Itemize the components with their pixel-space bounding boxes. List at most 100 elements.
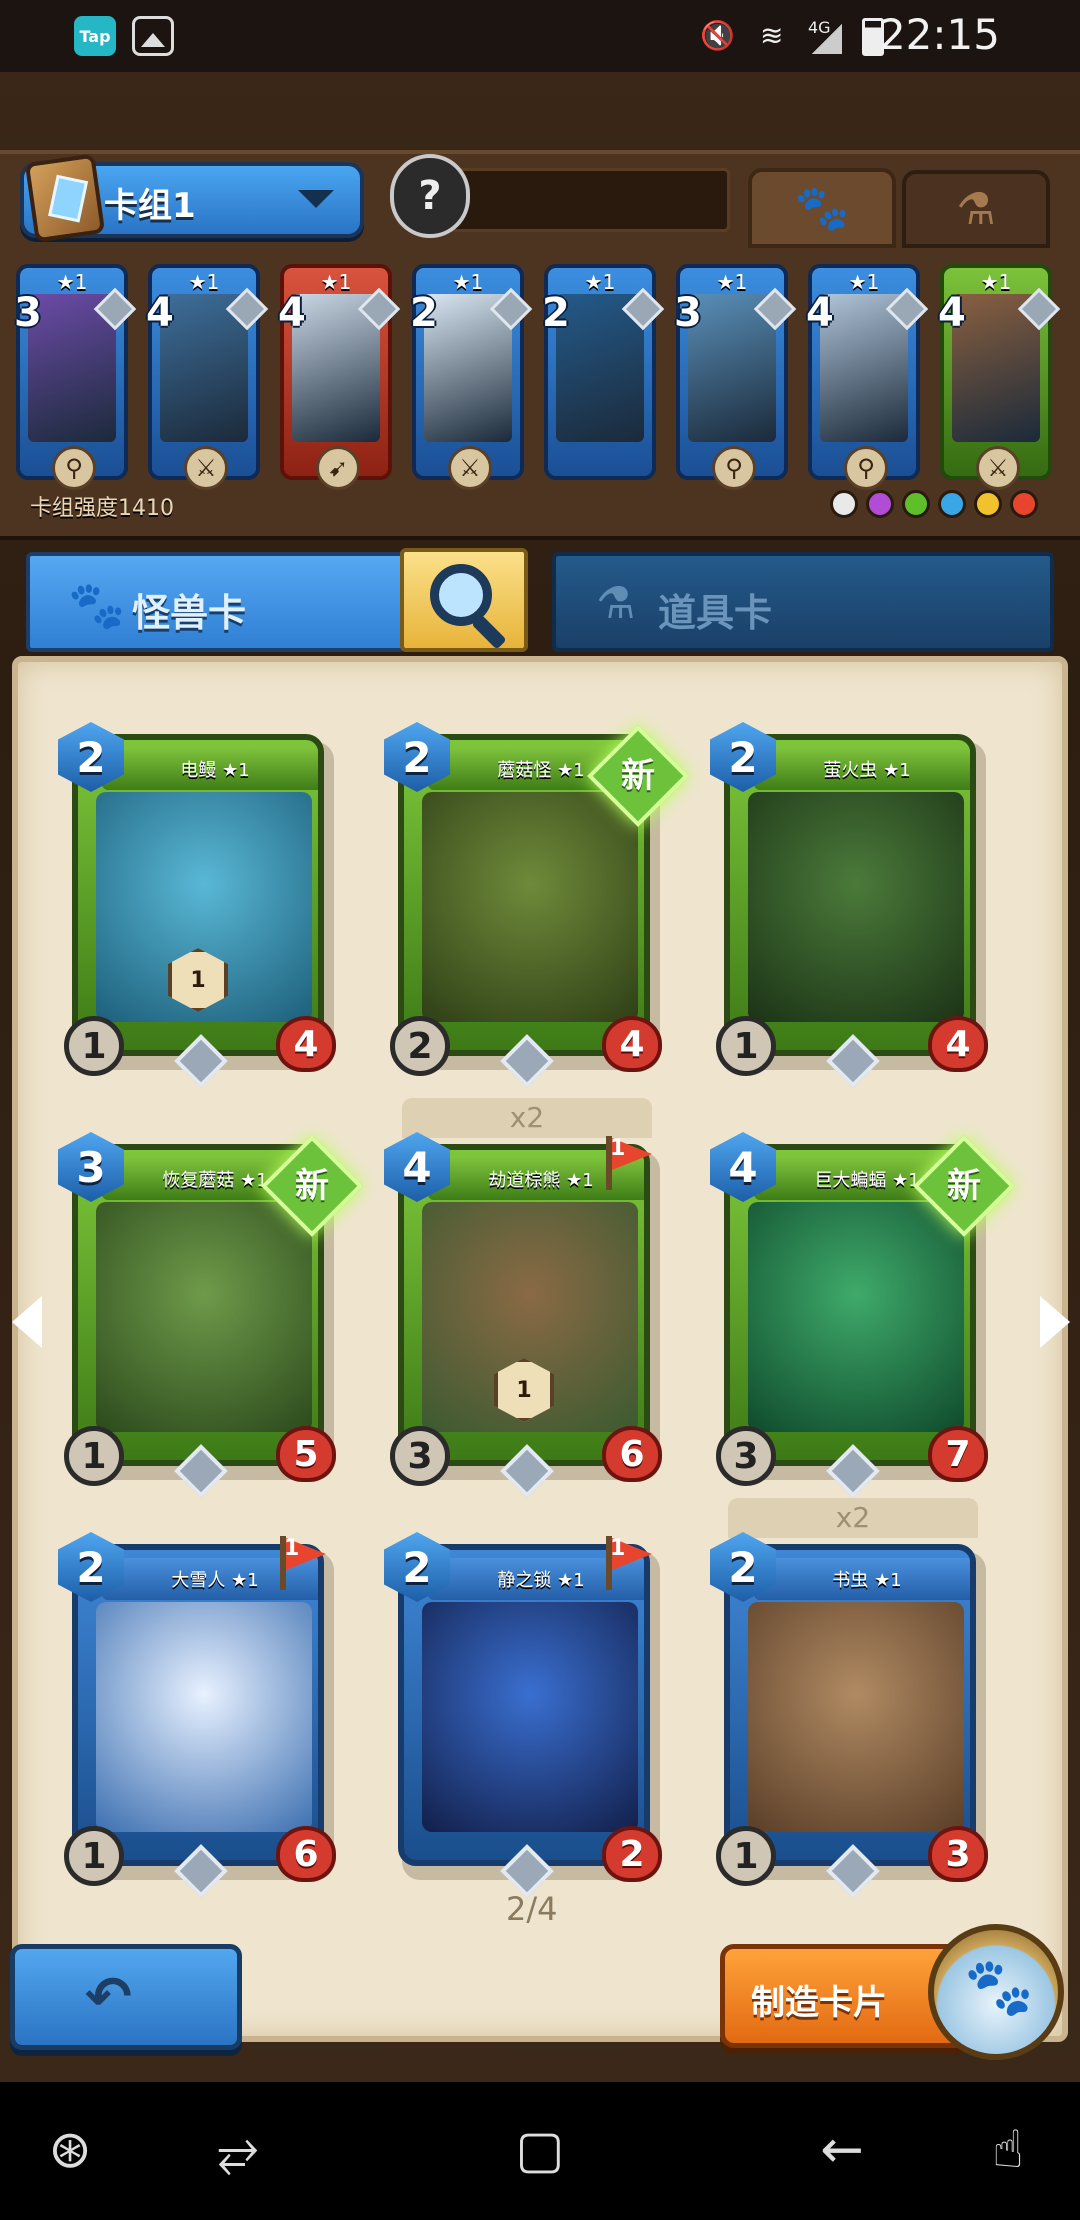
deck-card-cost: 4 [806, 290, 834, 336]
sword-icon: ⚔ [976, 446, 1020, 490]
question-icon[interactable]: ? [390, 154, 470, 238]
signal-bars-icon [812, 24, 842, 54]
card-health: 6 [602, 1426, 662, 1482]
back-arrow-icon: ↶ [85, 1965, 132, 2030]
status-bar: Tap 🔇 ≋ 4G 22:15 [0, 0, 1080, 72]
tab-monster-cards[interactable]: 🐾 怪兽卡 [26, 552, 406, 652]
tab-monster-deck[interactable]: 🐾 [748, 168, 896, 248]
search-button[interactable] [400, 548, 528, 652]
card-health: 4 [928, 1016, 988, 1072]
next-page-arrow-icon[interactable] [1040, 1296, 1070, 1348]
monster-card[interactable]: 电鳗 ★1 2 411 [58, 722, 336, 1088]
tab-item-cards[interactable]: ⚗ 道具卡 [552, 552, 1054, 652]
duplicate-count: x2 [402, 1098, 652, 1138]
recents-icon[interactable]: ⥂ [206, 2118, 270, 2182]
card-art [422, 792, 638, 1022]
monster-card[interactable]: 萤火虫 ★1 2 41 [710, 722, 988, 1088]
flag-count: 1 [284, 1536, 300, 1561]
staff-icon: ⚲ [712, 446, 756, 490]
card-attack: 1 [716, 1826, 776, 1886]
nature-element-icon [902, 490, 930, 518]
arcane-element-icon [866, 490, 894, 518]
flag-icon: 1 [602, 1136, 654, 1190]
card-name: 萤火虫 ★1 [754, 748, 970, 790]
card-attack: 1 [64, 1826, 124, 1886]
potion-icon: ⚗ [956, 183, 996, 235]
paw-icon: 🐾 [964, 1955, 1034, 2020]
deck-card[interactable]: ★1 2 ⚔ [410, 264, 533, 490]
monster-card[interactable]: 蘑菇怪 ★1 2 42新 [384, 722, 689, 1088]
deck-name: 卡组1 [104, 186, 196, 226]
card-health: 3 [928, 1826, 988, 1882]
card-name: 书虫 ★1 [754, 1558, 970, 1600]
card-health: 7 [928, 1426, 988, 1482]
gallery-icon [132, 16, 174, 56]
prev-page-arrow-icon[interactable] [12, 1296, 42, 1348]
wind-element-icon [974, 490, 1002, 518]
card-health: 2 [602, 1826, 662, 1882]
card-art [748, 792, 964, 1022]
paw-icon: 🐾 [68, 578, 126, 632]
new-badge-label: 新 [947, 1166, 981, 1206]
sword-icon: ⚔ [184, 446, 228, 490]
water-element-icon [938, 490, 966, 518]
monster-card[interactable]: 劫道棕熊 ★1 4 6311 [384, 1132, 662, 1498]
deck-card[interactable]: ★1 4 ➹ [278, 264, 401, 490]
paw-icon: 🐾 [794, 183, 850, 234]
card-art [422, 1602, 638, 1832]
tap-app-icon: Tap [74, 16, 116, 56]
card-art [96, 1602, 312, 1832]
card-art [748, 1602, 964, 1832]
deck-card[interactable]: ★1 3 ⚲ [14, 264, 137, 490]
deck-card[interactable]: ★1 4 ⚔ [146, 264, 269, 490]
card-attack: 1 [64, 1016, 124, 1076]
card-frame: 书虫 ★1 [724, 1544, 976, 1866]
neutral-element-icon [830, 490, 858, 518]
flag-count: 1 [610, 1136, 626, 1161]
page-indicator: 2/4 [506, 1890, 558, 1928]
staff-icon: ⚲ [52, 446, 96, 490]
new-badge-label: 新 [295, 1166, 329, 1206]
deck-selector[interactable]: 卡组1 [20, 153, 364, 243]
hero-name-bar [440, 168, 730, 232]
sword-icon: ⚔ [448, 446, 492, 490]
card-health: 5 [276, 1426, 336, 1482]
card-health: 4 [602, 1016, 662, 1072]
deck-card[interactable]: ★1 3 ⚲ [674, 264, 797, 490]
card-health: 6 [276, 1826, 336, 1882]
flag-count: 1 [610, 1536, 626, 1561]
bow-icon: ➹ [316, 446, 360, 490]
craft-orb[interactable]: 🐾 [928, 1924, 1064, 2060]
home-icon[interactable]: ▢ [508, 2118, 572, 2182]
back-icon[interactable]: ← [810, 2118, 874, 2182]
monster-card[interactable]: 恢复蘑菇 ★1 3 51新 [58, 1132, 363, 1498]
card-frame: 静之锁 ★1 [398, 1544, 650, 1866]
deck-card[interactable]: ★1 2 [542, 264, 665, 480]
card-health: 4 [276, 1016, 336, 1072]
monster-card[interactable]: 巨大蝙蝠 ★1 4 73新 [710, 1132, 1015, 1498]
monster-card[interactable]: 大雪人 ★1 2 611 [58, 1532, 336, 1898]
deck-card-cost: 4 [938, 290, 966, 336]
craft-card-label: 制造卡片 [751, 1983, 887, 2023]
staff-icon: ⚲ [844, 446, 888, 490]
card-art [96, 1202, 312, 1432]
chevron-down-icon [298, 190, 334, 208]
deck-book-icon [24, 153, 106, 243]
clock: 22:15 [878, 10, 1000, 59]
card-attack: 3 [390, 1426, 450, 1486]
mute-icon: 🔇 [700, 19, 735, 52]
deck-card-cost: 4 [278, 290, 306, 336]
card-frame: 萤火虫 ★1 [724, 734, 976, 1056]
fire-element-icon [1010, 490, 1038, 518]
gesture-icon[interactable]: ☝ [976, 2118, 1040, 2182]
deck-card[interactable]: ★1 4 ⚔ [938, 264, 1061, 490]
back-button[interactable]: ↶ [10, 1944, 242, 2050]
tab-item-deck[interactable]: ⚗ [902, 170, 1050, 248]
new-badge-label: 新 [621, 756, 655, 796]
deck-card[interactable]: ★1 4 ⚲ [806, 264, 929, 490]
monster-card[interactable]: 静之锁 ★1 2 21 [384, 1532, 662, 1898]
tab-monster-cards-label: 怪兽卡 [132, 591, 247, 635]
monster-card[interactable]: 书虫 ★1 2 31 [710, 1532, 988, 1898]
game-tools-icon[interactable]: ⊛ [38, 2118, 102, 2182]
deck-power: 卡组强度1410 [30, 496, 174, 521]
